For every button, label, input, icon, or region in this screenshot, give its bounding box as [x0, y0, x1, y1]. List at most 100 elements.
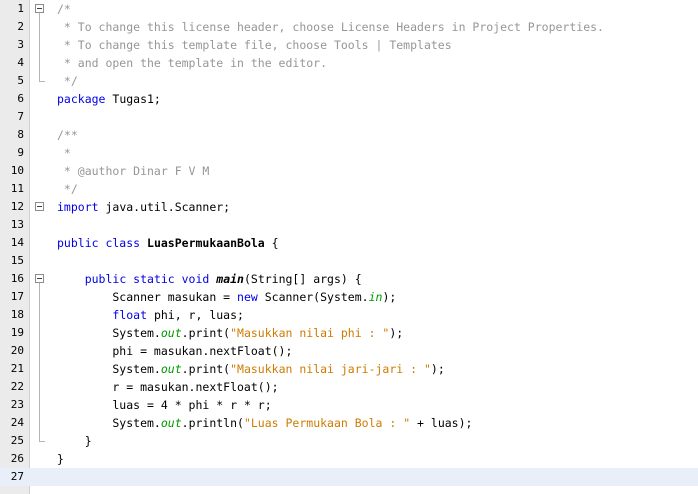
line-number: 5 [17, 74, 24, 87]
code-line[interactable]: 4 * and open the template in the editor. [0, 54, 698, 72]
code-line[interactable]: 11 */ [0, 180, 698, 198]
code-line[interactable]: 15 [0, 252, 698, 270]
code-line[interactable]: 17 Scanner masukan = new Scanner(System.… [0, 288, 698, 306]
code-text: import java.util.Scanner; [57, 198, 230, 216]
code-text: * To change this template file, choose T… [57, 36, 452, 54]
code-token: * [57, 146, 71, 160]
line-number: 4 [17, 56, 24, 69]
code-token: "Masukkan nilai phi : " [230, 326, 390, 340]
collapse-fold-icon[interactable] [35, 202, 44, 211]
code-token: public static void [84, 272, 210, 286]
code-line[interactable]: 19 System.out.print("Masukkan nilai phi … [0, 324, 698, 342]
code-line[interactable]: 5 */ [0, 72, 698, 90]
code-text: * and open the template in the editor. [57, 54, 327, 72]
collapse-fold-icon[interactable] [35, 4, 44, 13]
code-line[interactable]: 3 * To change this template file, choose… [0, 36, 698, 54]
code-text: public class LuasPermukaanBola { [57, 234, 279, 252]
code-line[interactable]: 27 [0, 468, 698, 486]
code-text: public static void main(String[] args) { [57, 270, 362, 288]
code-token: .print( [181, 362, 231, 376]
code-token: (String[] args) { [243, 272, 362, 286]
fold-guide-end [39, 441, 45, 442]
code-line[interactable]: 7 [0, 108, 698, 126]
code-token: java.util.Scanner; [98, 200, 231, 214]
code-token: float [112, 308, 148, 322]
fold-guide-end [39, 81, 45, 82]
code-line[interactable]: 8 /** [0, 126, 698, 144]
code-token: } [57, 434, 92, 448]
line-number: 17 [10, 290, 24, 303]
line-number: 19 [10, 326, 24, 339]
code-line[interactable]: 16 public static void main(String[] args… [0, 270, 698, 288]
line-number: 8 [17, 128, 24, 141]
code-token: */ [57, 74, 78, 88]
code-text: * [57, 144, 71, 162]
code-token: out [160, 362, 182, 376]
code-token: new [237, 290, 258, 304]
code-text: System.out.print("Masukkan nilai jari-ja… [57, 360, 445, 378]
code-token: + luas); [410, 416, 473, 430]
code-line[interactable]: 14 public class LuasPermukaanBola { [0, 234, 698, 252]
code-line[interactable]: 18 float phi, r, luas; [0, 306, 698, 324]
code-token: } [57, 452, 64, 466]
code-line[interactable]: 20 phi = masukan.nextFloat(); [0, 342, 698, 360]
collapse-fold-icon[interactable] [35, 274, 44, 283]
code-text: } [57, 432, 92, 450]
code-line[interactable]: 22 r = masukan.nextFloat(); [0, 378, 698, 396]
code-token: System. [57, 416, 161, 430]
code-line[interactable]: 25 } [0, 432, 698, 450]
code-line[interactable]: 23 luas = 4 * phi * r * r; [0, 396, 698, 414]
line-number: 16 [10, 272, 24, 285]
code-line[interactable]: 10 * @author Dinar F V M [0, 162, 698, 180]
line-number: 3 [17, 38, 24, 51]
line-number: 6 [17, 92, 24, 105]
code-token: public class [57, 236, 141, 250]
code-text: luas = 4 * phi * r * r; [57, 396, 272, 414]
code-text: float phi, r, luas; [57, 306, 244, 324]
code-token: Scanner(System. [257, 290, 369, 304]
code-token: out [160, 416, 182, 430]
code-token: "Luas Permukaan Bola : " [243, 416, 411, 430]
code-token: * @author Dinar F V M [57, 164, 210, 178]
code-token: import [57, 200, 99, 214]
code-text: */ [57, 180, 78, 198]
line-number: 2 [17, 20, 24, 33]
line-number: 18 [10, 308, 24, 321]
code-area[interactable]: 1 /* 2 * To change this license header, ch… [0, 0, 698, 486]
code-token: System. [57, 362, 161, 376]
code-token: Scanner masukan = [57, 290, 238, 304]
code-token: ); [430, 362, 445, 376]
code-text: Scanner masukan = new Scanner(System.in)… [57, 288, 396, 306]
line-number: 21 [10, 362, 24, 375]
code-token: * To change this template file, choose T… [57, 38, 452, 52]
code-line[interactable]: 1 /* [0, 0, 698, 18]
code-line[interactable]: 2 * To change this license header, choos… [0, 18, 698, 36]
line-number: 27 [10, 470, 24, 483]
line-number: 1 [17, 2, 24, 15]
code-line[interactable]: 9 * [0, 144, 698, 162]
code-line[interactable]: 21 System.out.print("Masukkan nilai jari… [0, 360, 698, 378]
line-number: 7 [17, 110, 24, 123]
code-text: package Tugas1; [57, 90, 161, 108]
code-line[interactable]: 6 package Tugas1; [0, 90, 698, 108]
code-line[interactable]: 26} [0, 450, 698, 468]
code-token: .print( [181, 326, 231, 340]
line-number: 13 [10, 218, 24, 231]
code-token: /* [57, 2, 71, 16]
code-line[interactable]: 13 [0, 216, 698, 234]
code-token: .println( [181, 416, 244, 430]
fold-guide-line [39, 283, 40, 441]
line-number: 11 [10, 182, 24, 195]
code-token: luas = 4 * phi * r * r; [57, 398, 272, 412]
code-line[interactable]: 24 System.out.println("Luas Permukaan Bo… [0, 414, 698, 432]
code-token: /** [57, 128, 78, 142]
code-text: phi = masukan.nextFloat(); [57, 342, 292, 360]
code-token: { [264, 236, 279, 250]
code-line[interactable]: 12 import java.util.Scanner; [0, 198, 698, 216]
fold-guide-line [39, 13, 40, 81]
code-text: * @author Dinar F V M [57, 162, 209, 180]
code-editor[interactable]: 1 /* 2 * To change this license header, ch… [0, 0, 698, 494]
